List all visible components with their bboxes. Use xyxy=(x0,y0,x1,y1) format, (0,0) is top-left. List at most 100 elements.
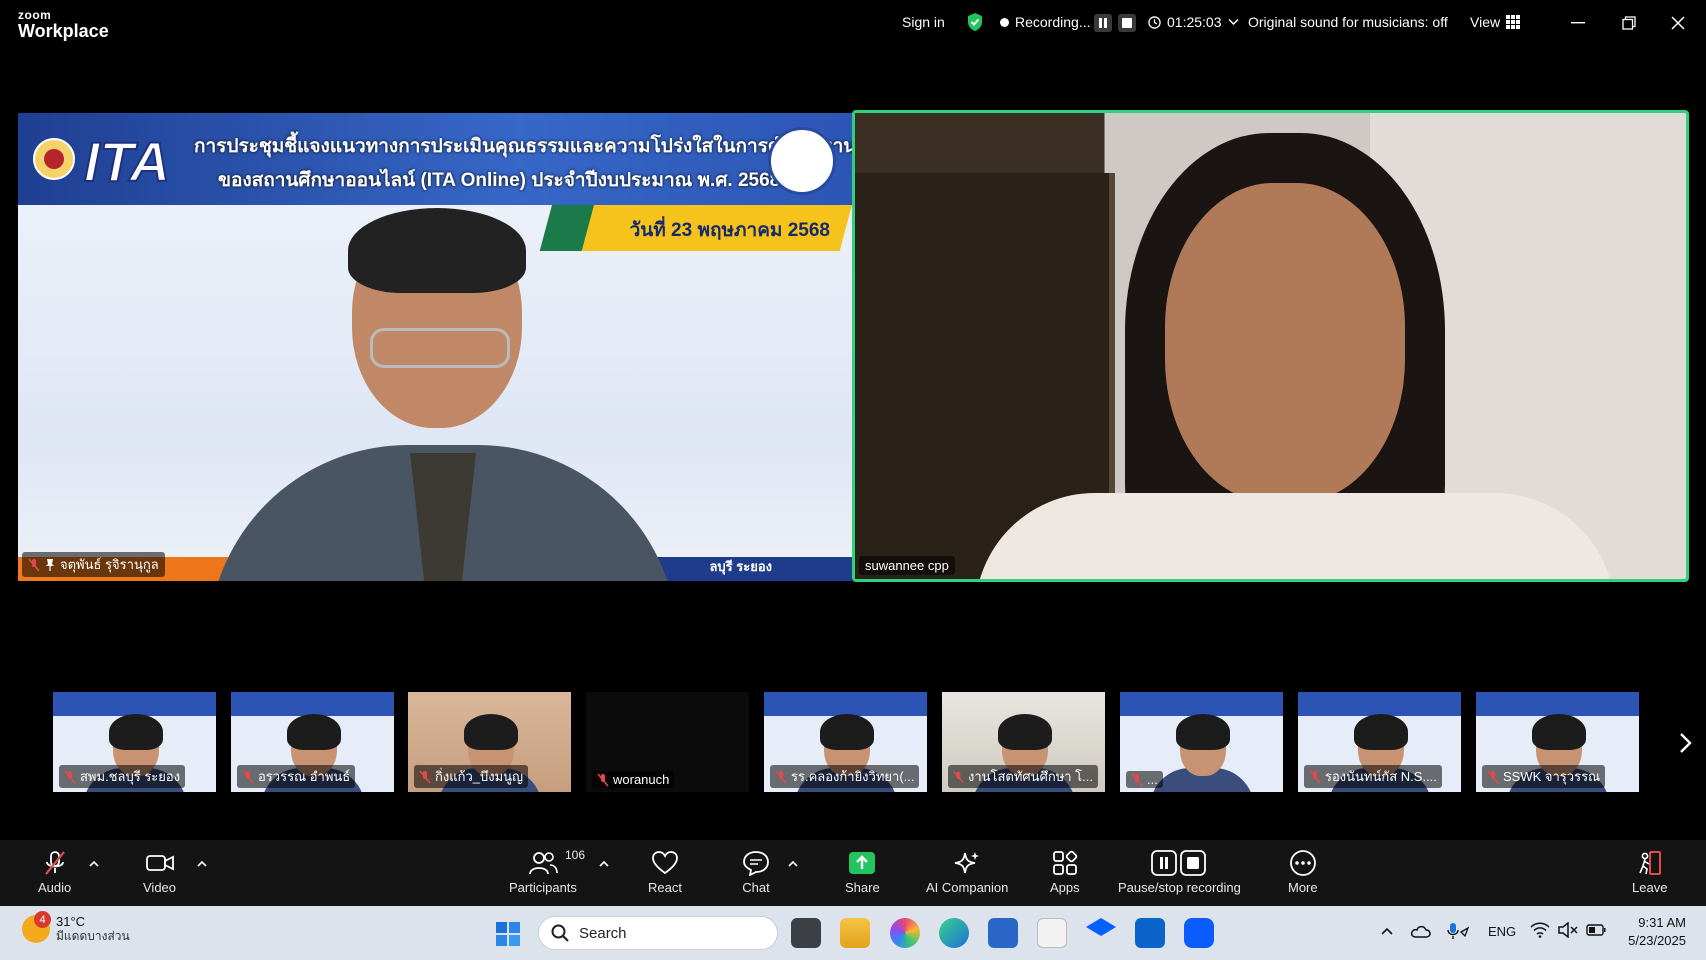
meeting-toolbar: Audio Video Participants 106 React Chat … xyxy=(0,840,1706,906)
video-options-chevron-icon[interactable] xyxy=(196,858,208,870)
participant-name-tag: suwannee cpp xyxy=(859,556,955,575)
muted-mic-icon xyxy=(242,769,254,784)
outlook-icon[interactable] xyxy=(1135,918,1165,948)
participants-icon xyxy=(529,852,558,875)
video-tile-active-speaker[interactable]: suwannee cpp xyxy=(852,110,1689,582)
zoom-app-icon[interactable] xyxy=(1184,918,1214,948)
close-button[interactable] xyxy=(1666,12,1690,34)
file-explorer-icon[interactable] xyxy=(840,918,870,948)
participant-hair xyxy=(820,714,874,750)
view-menu-button[interactable]: View xyxy=(1470,14,1521,30)
encryption-shield-icon[interactable] xyxy=(966,12,984,32)
muted-mic-icon xyxy=(1131,772,1143,787)
gallery-video-tile[interactable]: กิ่งแก้ว_บึงมนูญ xyxy=(408,692,571,792)
presenter-glasses xyxy=(370,328,510,368)
wifi-icon[interactable] xyxy=(1530,922,1550,938)
participant-name-tag: กิ่งแก้ว_บึงมนูญ xyxy=(414,765,529,788)
chat-label: Chat xyxy=(742,880,770,895)
original-sound-toggle[interactable]: Original sound for musicians: off xyxy=(1248,14,1448,30)
chat-button[interactable]: Chat xyxy=(742,850,770,895)
audio-label: Audio xyxy=(38,880,72,895)
original-sound-label: Original sound for musicians: off xyxy=(1248,14,1448,30)
participants-count: 106 xyxy=(565,848,586,862)
pause-stop-recording-label: Pause/stop recording xyxy=(1118,880,1241,895)
pause-stop-recording-button[interactable]: Pause/stop recording xyxy=(1118,850,1241,895)
office-seal-icon xyxy=(768,127,836,195)
restore-button[interactable] xyxy=(1617,12,1641,34)
participants-label: Participants xyxy=(509,880,577,895)
more-button[interactable]: More xyxy=(1288,850,1318,895)
participant-name-tag: woranuch xyxy=(592,771,675,788)
more-options-icon xyxy=(1289,850,1316,876)
cloud-sync-icon[interactable] xyxy=(1410,922,1432,940)
video-button[interactable]: Video xyxy=(143,850,176,895)
pause-recording-icon[interactable] xyxy=(1094,14,1112,32)
slide-title-line1: การประชุมชี้แจงแนวทางการประเมินคุณธรรมแล… xyxy=(194,136,852,157)
task-view-icon[interactable] xyxy=(791,918,821,948)
system-clock[interactable]: 9:31 AM 5/23/2025 xyxy=(1628,914,1686,950)
edge-browser-icon[interactable] xyxy=(939,918,969,948)
leave-meeting-button[interactable]: Leave xyxy=(1632,850,1667,895)
timer-value: 01:25:03 xyxy=(1167,14,1222,30)
ita-logo-text: ITA xyxy=(84,130,170,193)
audio-button[interactable]: Audio xyxy=(38,850,71,895)
speaker-muted-icon[interactable] xyxy=(1558,922,1578,938)
ai-companion-button[interactable]: AI Companion xyxy=(926,850,1008,895)
battery-icon[interactable] xyxy=(1586,924,1606,936)
sparkle-icon xyxy=(955,852,980,874)
weather-widget[interactable]: 4 31°C มีแดดบางส่วน xyxy=(22,911,130,944)
gallery-next-button[interactable] xyxy=(1674,728,1698,758)
minimize-button[interactable] xyxy=(1566,12,1590,34)
presenter-hair xyxy=(348,208,526,293)
participant-name: อรวรรณ อำพนธ์ xyxy=(258,769,351,784)
gallery-video-tile[interactable]: รองนันทน์กัส N.S.... xyxy=(1298,692,1461,792)
meeting-timer[interactable]: 01:25:03 xyxy=(1148,14,1239,30)
recording-label: Recording... xyxy=(1015,14,1091,30)
amazon-icon[interactable] xyxy=(1037,918,1067,948)
gallery-video-tile[interactable]: รร.คลองก้ายิงวิทยา(... xyxy=(764,692,927,792)
audio-options-chevron-icon[interactable] xyxy=(88,858,100,870)
dropbox-icon[interactable] xyxy=(1086,918,1116,936)
copilot-icon[interactable] xyxy=(890,918,920,948)
input-language-indicator[interactable]: ENG xyxy=(1488,924,1516,939)
recording-indicator[interactable]: Recording... xyxy=(1000,14,1090,30)
apps-button[interactable]: Apps xyxy=(1050,850,1080,895)
minimize-icon xyxy=(1571,22,1585,24)
gallery-video-tile[interactable]: อรวรรณ อำพนธ์ xyxy=(231,692,394,792)
chat-options-chevron-icon[interactable] xyxy=(787,858,799,870)
gallery-video-tile[interactable]: ... xyxy=(1120,692,1283,792)
search-icon xyxy=(551,924,569,942)
logo-bottom-text: Workplace xyxy=(18,21,109,41)
muted-mic-icon xyxy=(1487,769,1499,784)
windows-start-icon[interactable] xyxy=(495,921,521,947)
speaker-shirt xyxy=(975,493,1615,579)
share-screen-icon xyxy=(849,852,876,874)
react-button[interactable]: React xyxy=(648,850,682,895)
speaker-face xyxy=(1165,183,1405,503)
participant-hair xyxy=(1532,714,1586,750)
gallery-video-tile[interactable]: woranuch xyxy=(586,692,749,792)
participant-name-tag: รร.คลองก้ายิงวิทยา(... xyxy=(770,765,920,788)
microphone-in-use-icon[interactable] xyxy=(1446,922,1470,940)
gallery-video-tile[interactable]: สพม.ชลบุรี ระยอง xyxy=(53,692,216,792)
zoom-workplace-logo: zoom Workplace xyxy=(18,9,109,40)
recording-controls xyxy=(1094,14,1136,32)
pin-icon xyxy=(46,558,54,571)
gallery-video-tile[interactable]: SSWK จารุวรรณ xyxy=(1476,692,1639,792)
participants-options-chevron-icon[interactable] xyxy=(598,858,610,870)
show-hidden-icons-chevron-icon[interactable] xyxy=(1380,926,1394,936)
participant-name: woranuch xyxy=(613,772,670,787)
share-label: Share xyxy=(845,880,880,895)
participant-name-tag: SSWK จารุวรรณ xyxy=(1482,765,1606,788)
stop-recording-icon[interactable] xyxy=(1118,14,1136,32)
participant-hair xyxy=(464,714,518,750)
muted-mic-icon xyxy=(64,769,76,784)
video-tile-presenter[interactable]: ITA การประชุมชี้แจงแนวทางการประเมินคุณธร… xyxy=(18,113,852,581)
share-screen-button[interactable]: Share xyxy=(845,850,880,895)
gallery-video-tile[interactable]: งานโสตทัศนศึกษา โ... xyxy=(942,692,1105,792)
microsoft-store-icon[interactable] xyxy=(988,918,1018,948)
sign-in-button[interactable]: Sign in xyxy=(902,14,945,30)
participant-name: กิ่งแก้ว_บึงมนูญ xyxy=(435,769,524,784)
muted-mic-icon xyxy=(419,769,431,784)
taskbar-search-box[interactable]: Search xyxy=(538,916,778,950)
